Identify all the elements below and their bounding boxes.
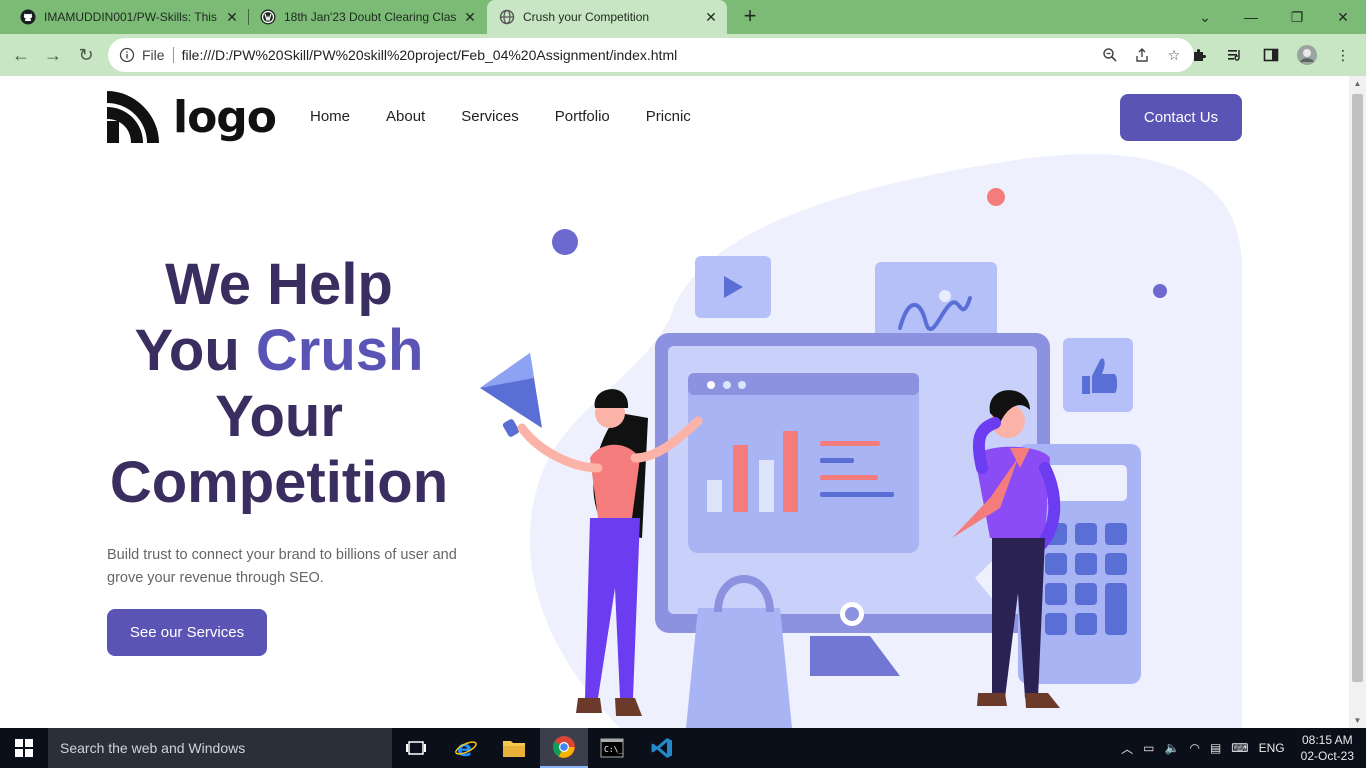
hero-heading: We Help You Crush Your Competition [107, 252, 451, 516]
file-explorer-icon[interactable] [490, 728, 538, 768]
tab-crush-competition[interactable]: Crush your Competition ✕ [487, 0, 727, 34]
see-services-button[interactable]: See our Services [107, 609, 267, 656]
address-bar[interactable]: File file:///D:/PW%20Skill/PW%20skill%20… [108, 38, 1194, 72]
globe-icon [499, 9, 515, 25]
close-tab-icon[interactable]: ✕ [462, 9, 478, 26]
restore-icon[interactable]: ❐ [1274, 0, 1320, 34]
divider [172, 47, 174, 63]
hero-line-2a: You [134, 318, 256, 383]
page-viewport: logo Home About Services Portfolio Pricn… [0, 76, 1349, 728]
clock-date: 02-Oct-23 [1300, 749, 1354, 763]
notifications-icon[interactable]: ▤ [1210, 741, 1221, 755]
chrome-icon[interactable] [540, 728, 588, 768]
github-icon [20, 9, 36, 25]
tab-title: Crush your Competition [523, 10, 650, 24]
tab-title: IMAMUDDIN001/PW-Skills: This [44, 10, 217, 24]
scrollbar-thumb[interactable] [1352, 94, 1363, 682]
new-tab-icon[interactable]: + [738, 5, 762, 29]
reload-icon[interactable]: ↻ [73, 42, 99, 68]
minimize-icon[interactable]: — [1228, 0, 1274, 34]
tab-title: 18th Jan'23 Doubt Clearing Clas [284, 10, 457, 24]
contact-us-button[interactable]: Contact Us [1120, 94, 1242, 141]
browser-tab-strip: IMAMUDDIN001/PW-Skills: This ✕ 18th Jan'… [0, 0, 1366, 34]
main-nav: Home About Services Portfolio Pricnic [310, 108, 691, 125]
nav-pricnic[interactable]: Pricnic [646, 108, 691, 125]
hero-subtitle: Build trust to connect your brand to bil… [107, 547, 457, 586]
close-tab-icon[interactable]: ✕ [224, 9, 240, 26]
nav-services[interactable]: Services [461, 108, 519, 125]
taskbar-search-input[interactable]: Search the web and Windows [48, 728, 392, 768]
hero-line-1: We Help [165, 252, 393, 317]
page-scrollbar[interactable]: ▲ ▼ [1349, 76, 1366, 728]
close-tab-icon[interactable]: ✕ [703, 9, 719, 26]
tab-github[interactable]: IMAMUDDIN001/PW-Skills: This ✕ [0, 0, 248, 34]
zoom-icon[interactable] [1100, 45, 1120, 65]
extensions-icon[interactable] [1186, 42, 1212, 68]
media-controls-icon[interactable] [1222, 42, 1248, 68]
forward-icon[interactable]: → [40, 42, 66, 68]
scroll-up-icon[interactable]: ▲ [1353, 79, 1362, 88]
hero-line-4: Competition [109, 450, 449, 515]
nav-home[interactable]: Home [310, 108, 350, 125]
nav-portfolio[interactable]: Portfolio [555, 108, 610, 125]
battery-icon[interactable]: ▭ [1143, 741, 1154, 755]
hero-illustration [480, 153, 1242, 728]
more-menu-icon[interactable]: ⋮ [1330, 42, 1356, 68]
vscode-icon[interactable] [638, 728, 686, 768]
close-window-icon[interactable]: ✕ [1320, 0, 1366, 34]
keyboard-icon[interactable]: ⌨ [1231, 741, 1248, 755]
taskbar-clock[interactable]: 08:15 AM 02-Oct-23 [1301, 732, 1354, 764]
command-prompt-icon[interactable]: C:\_ [588, 728, 636, 768]
windows-start-icon[interactable] [0, 728, 48, 768]
info-icon[interactable] [118, 46, 136, 64]
task-view-icon[interactable] [392, 728, 440, 768]
hero-line-3: Your [215, 384, 343, 449]
svg-text:e: e [457, 737, 472, 760]
logo-mark-icon [107, 91, 159, 143]
scroll-down-icon[interactable]: ▼ [1353, 716, 1362, 725]
back-icon[interactable]: ← [8, 42, 34, 68]
nav-about[interactable]: About [386, 108, 425, 125]
scheme-label: File [142, 47, 165, 63]
volume-icon[interactable]: 🔈 [1165, 741, 1180, 755]
windows-taskbar: Search the web and Windows e C:\_ ︿ ▭ 🔈 … [0, 728, 1366, 768]
language-indicator[interactable]: ENG [1259, 741, 1285, 755]
browser-toolbar: ← → ↻ File file:///D:/PW%20Skill/PW%20sk… [0, 34, 1366, 76]
tab-search-chevron-icon[interactable]: ⌄ [1182, 0, 1228, 34]
bookmark-star-icon[interactable]: ☆ [1164, 45, 1184, 65]
logo-text: logo [173, 91, 277, 143]
tab-doubt-clearing[interactable]: 18th Jan'23 Doubt Clearing Clas ✕ [248, 0, 486, 34]
wifi-icon[interactable]: ◠ [1189, 741, 1199, 755]
share-icon[interactable] [1132, 45, 1152, 65]
system-tray: ︿ ▭ 🔈 ◠ ▤ ⌨ ENG 08:15 AM 02-Oct-23 [1121, 728, 1366, 768]
url-text[interactable]: file:///D:/PW%20Skill/PW%20skill%20proje… [182, 47, 678, 63]
internet-explorer-icon[interactable]: e [442, 728, 490, 768]
hero-accent-word: Crush [255, 318, 424, 383]
wordpress-icon [260, 9, 276, 25]
side-panel-icon[interactable] [1258, 42, 1284, 68]
svg-text:C:\_: C:\_ [604, 745, 623, 754]
profile-avatar[interactable] [1294, 42, 1320, 68]
clock-time: 08:15 AM [1301, 733, 1353, 747]
site-logo[interactable]: logo [107, 91, 277, 143]
tray-chevron-icon[interactable]: ︿ [1121, 740, 1133, 757]
